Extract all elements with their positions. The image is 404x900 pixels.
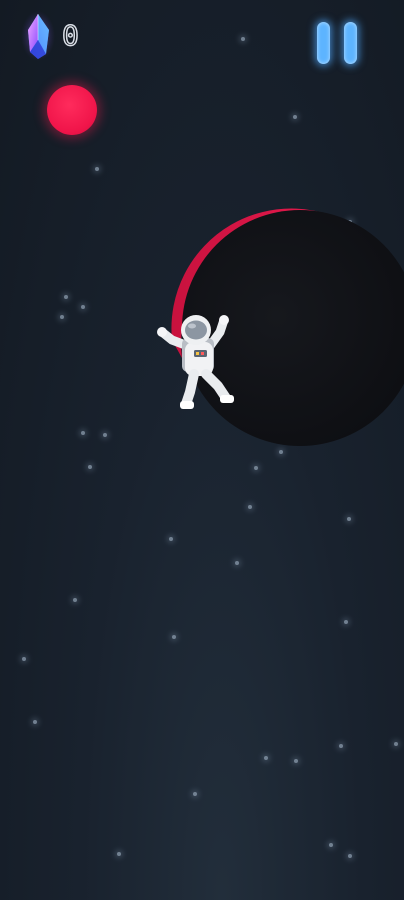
star xyxy=(95,167,99,171)
star xyxy=(248,505,252,509)
star xyxy=(293,115,297,119)
pause-icon-left-bar xyxy=(317,22,330,64)
star xyxy=(329,843,333,847)
star xyxy=(235,561,239,565)
star xyxy=(88,465,92,469)
astronaut-player xyxy=(157,315,234,409)
pause-button[interactable] xyxy=(314,22,362,66)
star xyxy=(81,305,85,309)
crystal-gem-icon xyxy=(21,11,55,61)
star xyxy=(339,744,343,748)
star xyxy=(64,295,68,299)
star xyxy=(241,37,245,41)
star xyxy=(81,431,85,435)
star xyxy=(117,852,121,856)
star xyxy=(169,537,173,541)
star xyxy=(172,635,176,639)
star xyxy=(193,792,197,796)
star xyxy=(279,450,283,454)
gem-count: 0 xyxy=(61,19,80,52)
star xyxy=(33,720,37,724)
red-orb xyxy=(47,85,97,135)
game-screen[interactable]: 0 xyxy=(0,0,404,900)
star xyxy=(394,742,398,746)
star xyxy=(344,620,348,624)
star xyxy=(264,756,268,760)
star xyxy=(60,315,64,319)
star xyxy=(22,657,26,661)
star xyxy=(294,759,298,763)
star xyxy=(254,466,258,470)
star xyxy=(73,598,77,602)
star xyxy=(103,433,107,437)
pause-icon-right-bar xyxy=(344,22,357,64)
star xyxy=(348,854,352,858)
star xyxy=(347,517,351,521)
gem-counter: 0 xyxy=(20,10,80,62)
starfield xyxy=(0,0,404,900)
